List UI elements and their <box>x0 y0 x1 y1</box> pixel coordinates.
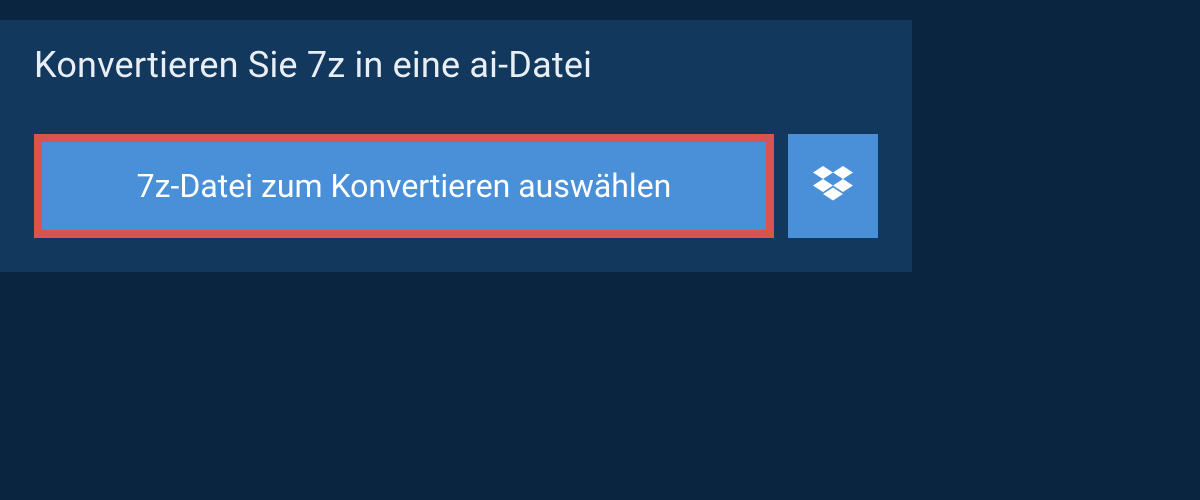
action-row: 7z-Datei zum Konvertieren auswählen <box>0 108 912 272</box>
page-title: Konvertieren Sie 7z in eine ai-Datei <box>34 44 592 86</box>
choose-file-button[interactable]: 7z-Datei zum Konvertieren auswählen <box>34 134 774 238</box>
dropbox-button[interactable] <box>788 134 878 238</box>
converter-panel: Konvertieren Sie 7z in eine ai-Datei 7z-… <box>0 20 912 272</box>
dropbox-icon <box>813 166 853 206</box>
choose-file-label: 7z-Datei zum Konvertieren auswählen <box>137 167 672 205</box>
title-bar: Konvertieren Sie 7z in eine ai-Datei <box>0 20 626 108</box>
